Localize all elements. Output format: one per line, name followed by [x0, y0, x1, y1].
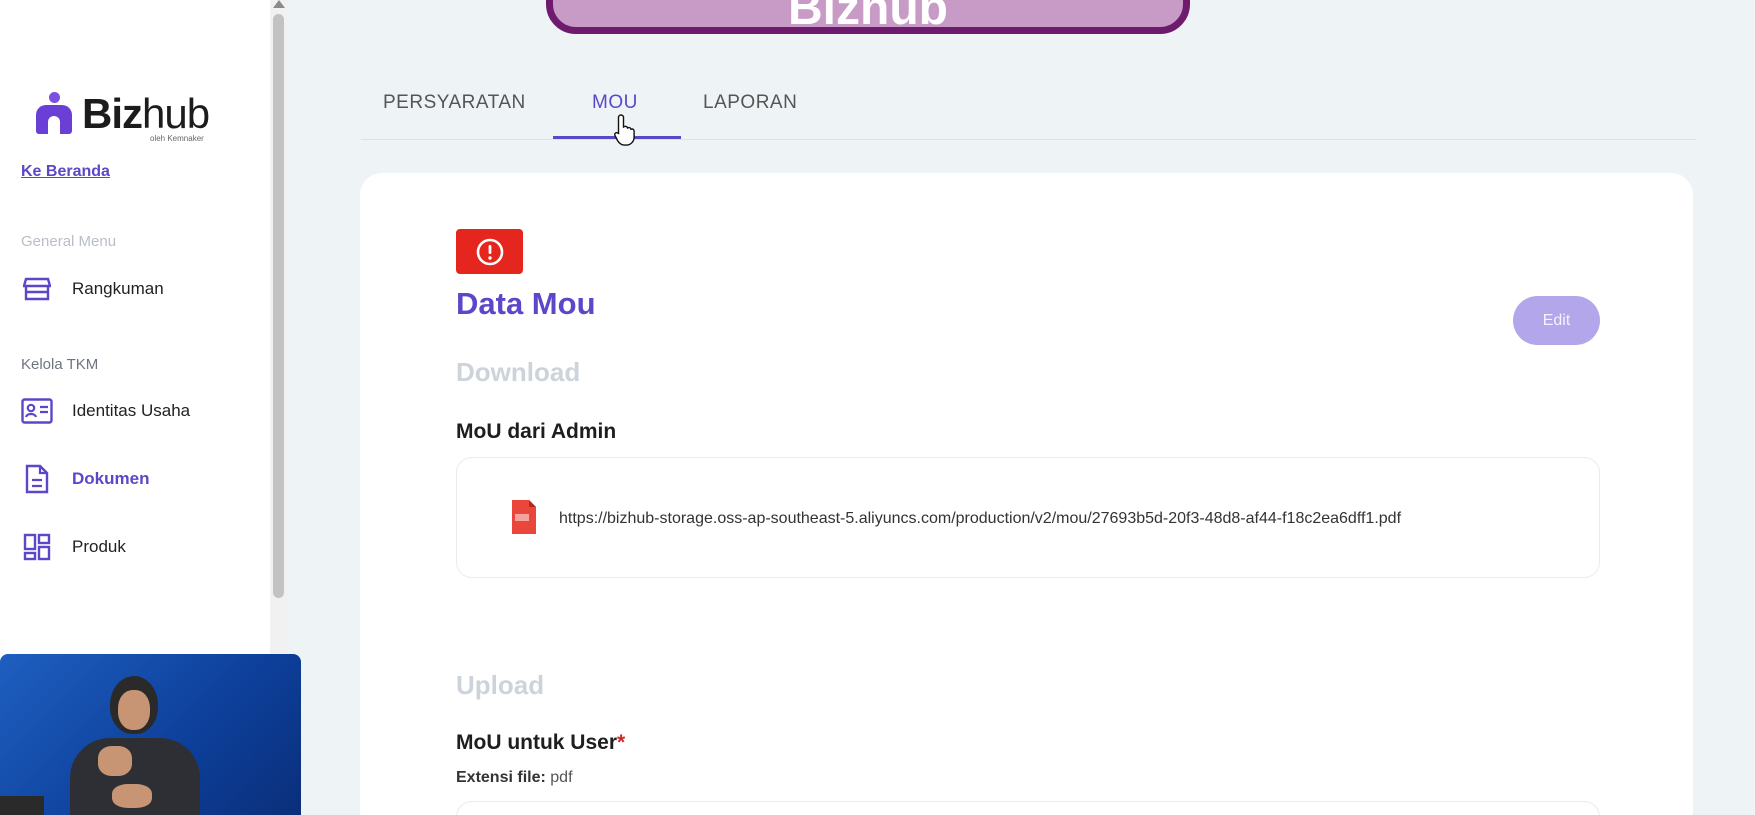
logo-text: Bizhub [82, 90, 210, 137]
grid-icon [21, 532, 53, 562]
sidebar-item-identitas-usaha[interactable]: Identitas Usaha [21, 394, 190, 428]
pdf-file-icon [512, 500, 536, 534]
tab-mou[interactable]: MOU [592, 92, 638, 114]
store-icon [21, 274, 53, 304]
mou-admin-label: MoU dari Admin [456, 420, 617, 443]
home-link[interactable]: Ke Beranda [21, 163, 110, 181]
download-section-label: Download [456, 357, 581, 387]
upload-section-label: Upload [456, 670, 545, 700]
tab-persyaratan[interactable]: PERSYARATAN [383, 92, 526, 114]
edit-button[interactable]: Edit [1513, 296, 1600, 345]
page-title: Data Mou [456, 286, 596, 321]
menu-section-kelola: Kelola TKM [21, 356, 99, 373]
bizhub-logo-icon [34, 92, 74, 138]
sidebar-item-label: Dokumen [72, 469, 150, 488]
sidebar-item-dokumen[interactable]: Dokumen [21, 462, 149, 496]
document-icon [21, 464, 53, 494]
sidebar-item-rangkuman[interactable]: Rangkuman [21, 272, 164, 306]
top-banner: Bizhub [546, 0, 1190, 34]
id-card-icon [21, 396, 53, 426]
menu-section-general: General Menu [21, 233, 117, 250]
sidebar-item-label: Produk [72, 537, 126, 556]
sidebar-item-produk[interactable]: Produk [21, 530, 126, 564]
sign-language-video [0, 654, 301, 815]
file-extension-info: Extensi file: pdf [456, 769, 573, 786]
mou-user-upload-field[interactable] [456, 801, 1600, 815]
banner-text: Bizhub [788, 0, 948, 34]
mou-card: Data Mou Edit Download MoU dari Admin ht… [360, 173, 1693, 815]
sidebar-item-label: Rangkuman [72, 279, 164, 298]
scroll-up-arrow-icon[interactable] [273, 0, 285, 8]
mou-file-link[interactable]: https://bizhub-storage.oss-ap-southeast-… [559, 510, 1401, 528]
video-corner-tag [0, 796, 44, 815]
required-mark: * [617, 731, 626, 754]
sidebar-item-label: Identitas Usaha [72, 401, 191, 420]
mou-admin-file[interactable]: https://bizhub-storage.oss-ap-southeast-… [456, 457, 1600, 578]
bizhub-logo[interactable]: Bizhub [34, 90, 210, 138]
sidebar-scrollbar-thumb[interactable] [273, 14, 284, 598]
alert-icon [456, 229, 523, 274]
mou-user-label: MoU untuk User* [456, 731, 626, 754]
hand-cursor-icon [614, 114, 635, 146]
tab-bar: PERSYARATAN MOU LAPORAN [361, 84, 1696, 140]
logo-subtitle: oleh Kemnaker [150, 134, 204, 143]
tab-laporan[interactable]: LAPORAN [703, 92, 797, 114]
